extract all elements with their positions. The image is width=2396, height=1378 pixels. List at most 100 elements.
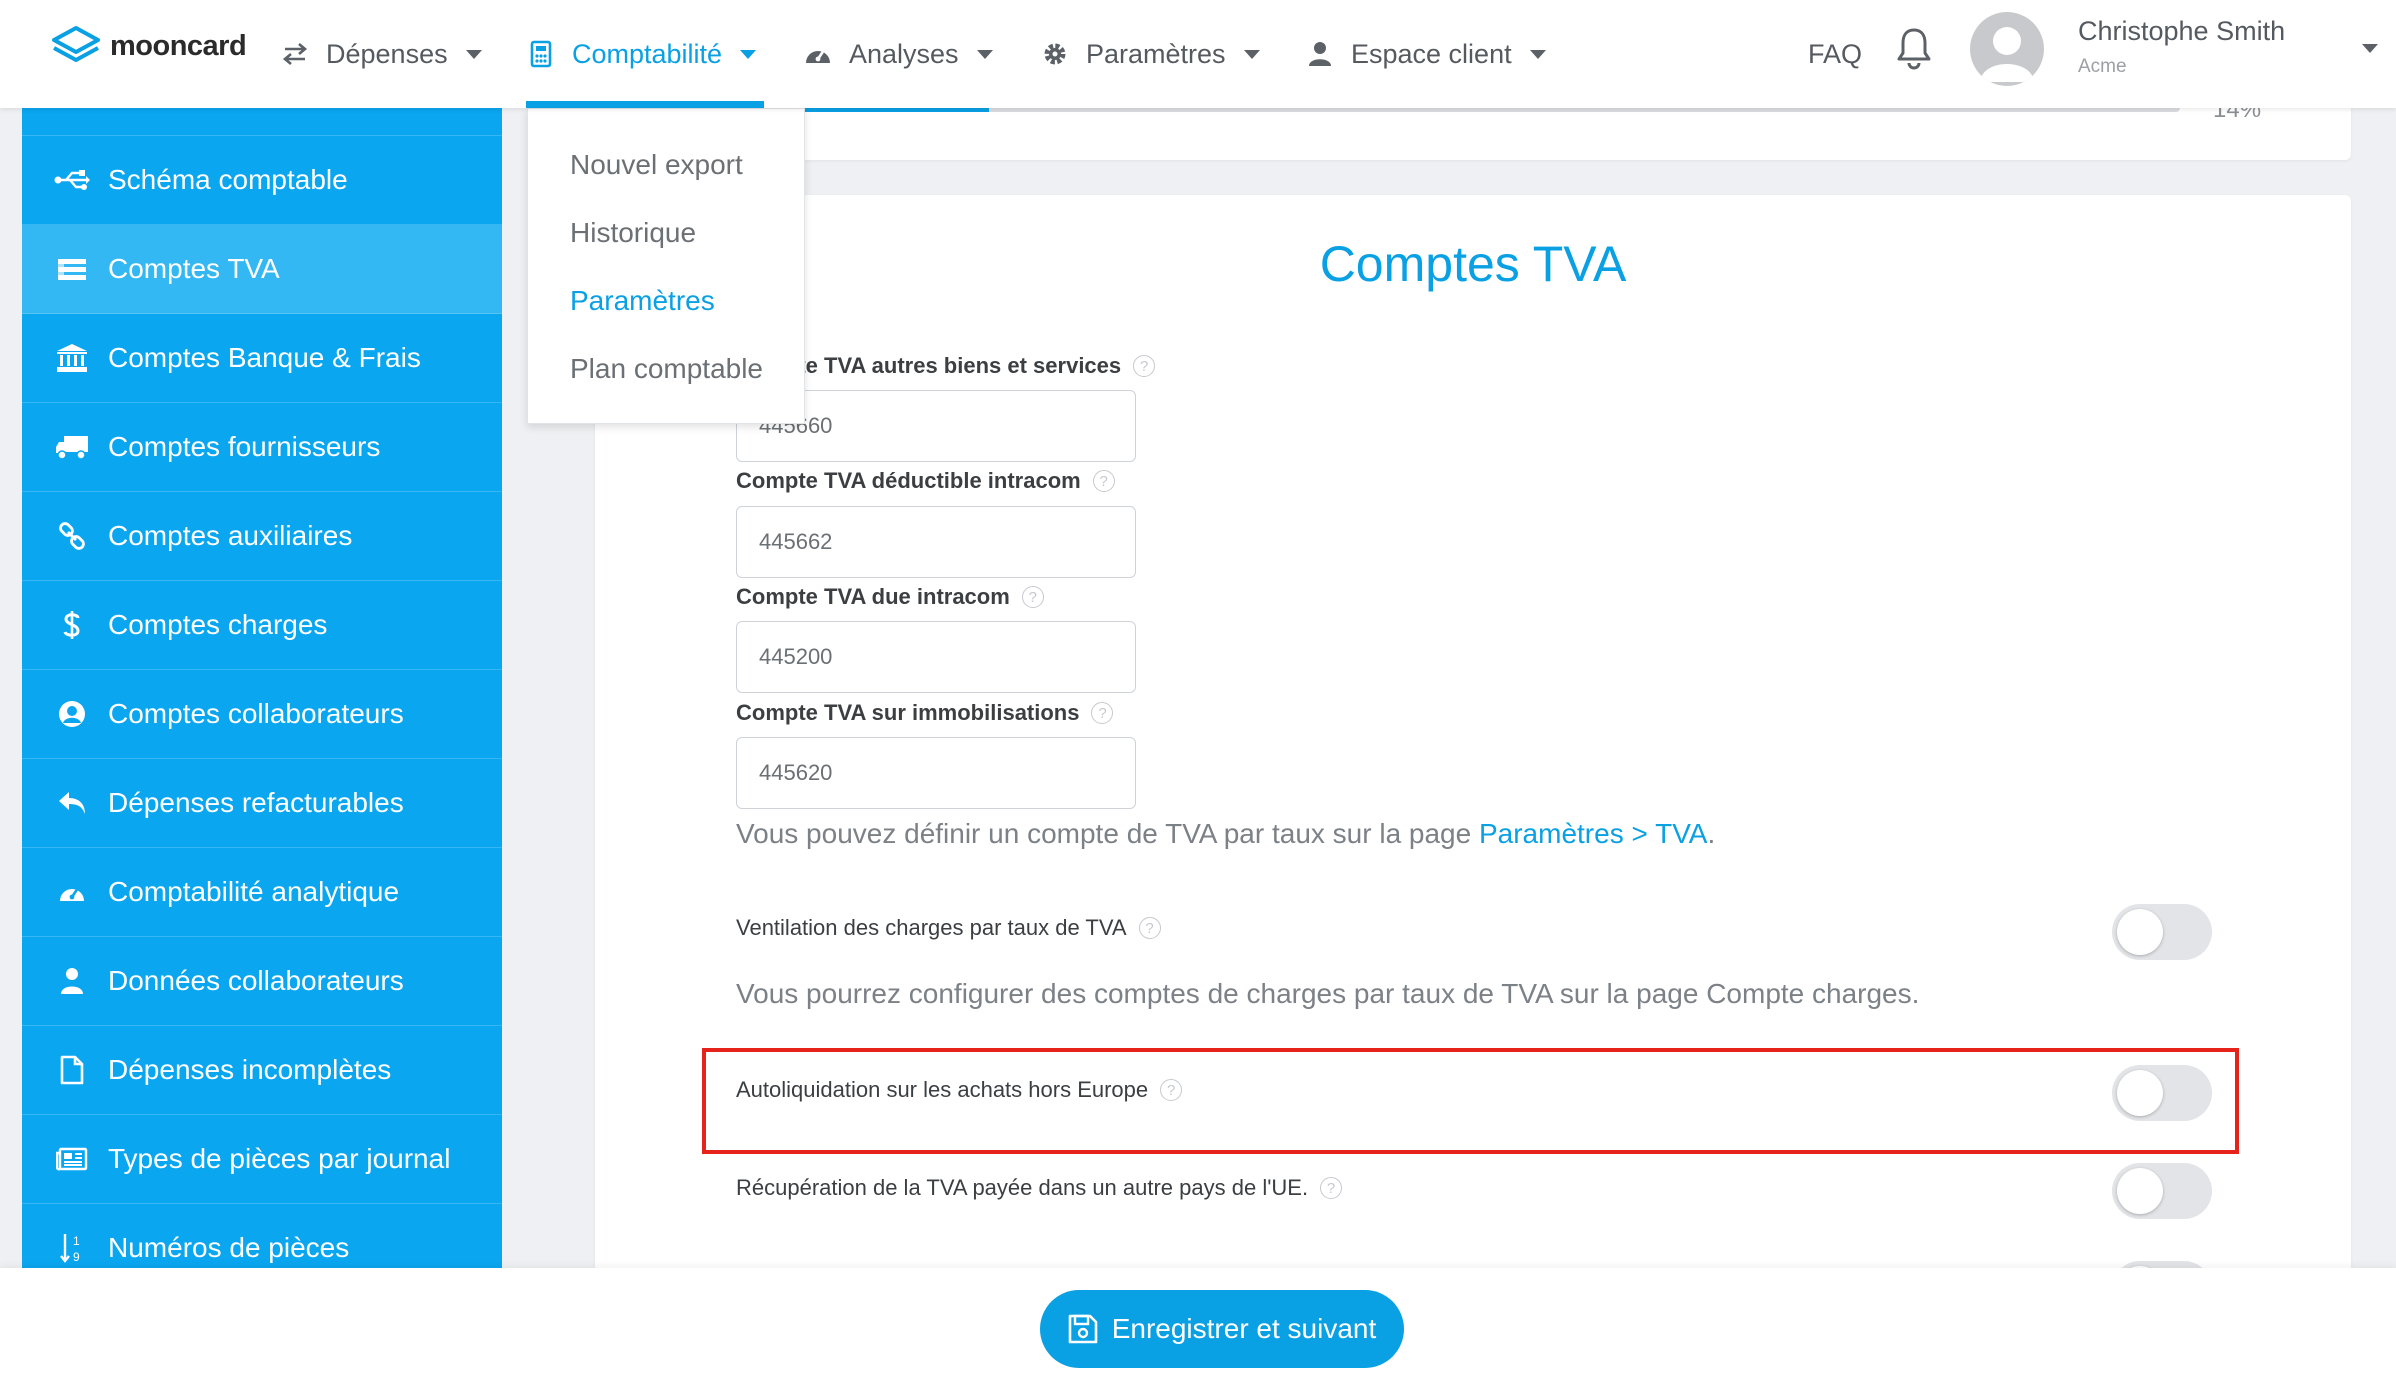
- sidebar-item-label: Types de pièces par journal: [108, 1143, 451, 1174]
- help-icon[interactable]: ?: [1091, 702, 1114, 724]
- save-and-next-button[interactable]: Enregistrer et suivant: [1040, 1290, 1404, 1368]
- user-icon: [1305, 39, 1335, 69]
- toggle-knob: [2117, 1168, 2163, 1214]
- sidebar-item-comptes-banque[interactable]: Comptes Banque & Frais: [22, 314, 502, 403]
- chevron-down-icon: [1529, 49, 1546, 59]
- active-nav-underline: [526, 101, 764, 108]
- chevron-down-icon[interactable]: [2362, 44, 2378, 53]
- user-company: Acme: [2078, 56, 2127, 77]
- help-icon[interactable]: ?: [1092, 470, 1115, 492]
- nav-analyses[interactable]: Analyses: [803, 0, 993, 108]
- sidebar-item-schema-comptable[interactable]: Schéma comptable: [22, 136, 502, 225]
- bell-icon[interactable]: [1896, 26, 1932, 75]
- newspaper-icon: [54, 1141, 90, 1177]
- sidebar-item-label: Schéma comptable: [108, 164, 348, 195]
- nav-depenses-label: Dépenses: [326, 38, 448, 69]
- toggle-label-recuperation-tva: Récupération de la TVA payée dans un aut…: [736, 1175, 1343, 1201]
- sidebar-item-label: Comptes TVA: [108, 253, 280, 284]
- field-label-text: Compte TVA déductible intracom: [736, 468, 1081, 493]
- sidebar-top-strip: [22, 108, 502, 136]
- tva-deductible-intracom-input[interactable]: [736, 506, 1136, 578]
- truck-icon: [54, 429, 90, 465]
- toggle-label-text: Autoliquidation sur les achats hors Euro…: [736, 1077, 1149, 1102]
- sort-numeric-icon: 19: [54, 1230, 90, 1266]
- sidebar-item-depenses-incompletes[interactable]: Dépenses incomplètes: [22, 1026, 502, 1115]
- sidebar-item-comptes-collaborateurs[interactable]: Comptes collaborateurs: [22, 670, 502, 759]
- toggle-label-autoliquidation: Autoliquidation sur les achats hors Euro…: [736, 1077, 1183, 1103]
- chevron-down-icon: [465, 49, 482, 59]
- top-navbar: mooncard Dépenses Comptabilité Analyses …: [0, 0, 2396, 108]
- tva-info-text: Vous pouvez définir un compte de TVA par…: [736, 818, 1715, 850]
- tva-due-intracom-input[interactable]: [736, 621, 1136, 693]
- nav-espace-client[interactable]: Espace client: [1305, 0, 1546, 108]
- toggle-label-text: Ventilation des charges par taux de TVA: [736, 915, 1127, 940]
- reply-icon: [54, 785, 90, 821]
- nav-depenses[interactable]: Dépenses: [280, 0, 482, 108]
- field-label-text: Compte TVA due intracom: [736, 584, 1010, 609]
- help-icon[interactable]: ?: [1021, 586, 1044, 608]
- faq-link[interactable]: FAQ: [1808, 0, 1862, 108]
- ventilation-toggle[interactable]: [2112, 904, 2212, 960]
- sidebar-item-label: Comptes Banque & Frais: [108, 342, 421, 373]
- sidebar-item-label: Comptabilité analytique: [108, 876, 400, 907]
- toggle-knob: [2117, 909, 2163, 955]
- toggle-label-text: Récupération de la TVA payée dans un aut…: [736, 1175, 1309, 1200]
- calculator-icon: [526, 39, 556, 69]
- menu-item-parametres[interactable]: Paramètres: [528, 267, 804, 335]
- sidebar: Schéma comptable Comptes TVA Comptes Ban…: [22, 108, 502, 1268]
- dashboard-icon: [54, 874, 90, 910]
- nav-comptabilite[interactable]: Comptabilité: [526, 0, 757, 108]
- sidebar-item-label: Comptes fournisseurs: [108, 431, 381, 462]
- toggle-label-ventilation: Ventilation des charges par taux de TVA …: [736, 915, 1161, 941]
- tva-info-suffix: .: [1707, 818, 1716, 849]
- sidebar-item-comptes-fournisseurs[interactable]: Comptes fournisseurs: [22, 403, 502, 492]
- nav-parametres[interactable]: Paramètres: [1040, 0, 1260, 108]
- help-icon[interactable]: ?: [1133, 355, 1156, 377]
- menu-item-nouvel-export[interactable]: Nouvel export: [528, 131, 804, 199]
- menu-item-plan-comptable[interactable]: Plan comptable: [528, 335, 804, 403]
- sidebar-item-comptabilite-analytique[interactable]: Comptabilité analytique: [22, 848, 502, 937]
- tva-info-prefix: Vous pouvez définir un compte de TVA par…: [736, 818, 1479, 849]
- comptes-tva-card: Comptes TVA Compte TVA autres biens et s…: [595, 195, 2351, 1317]
- brand-name: mooncard: [110, 29, 247, 62]
- mooncard-logo[interactable]: mooncard: [50, 24, 247, 68]
- help-icon[interactable]: ?: [1138, 917, 1161, 939]
- sidebar-item-label: Dépenses refacturables: [108, 787, 404, 818]
- field-label-tva-immobilisations: Compte TVA sur immobilisations ?: [736, 700, 1114, 726]
- field-label-text: Compte TVA sur immobilisations: [736, 700, 1080, 725]
- sidebar-item-numeros-pieces[interactable]: 19 Numéros de pièces: [22, 1204, 502, 1268]
- bottom-action-bar: Enregistrer et suivant: [0, 1268, 2396, 1378]
- user-circle-icon: [54, 696, 90, 732]
- menu-item-historique[interactable]: Historique: [528, 199, 804, 267]
- comptabilite-dropdown-menu: Nouvel export Historique Paramètres Plan…: [527, 108, 805, 424]
- page-title: Comptes TVA: [1319, 236, 1627, 292]
- chevron-down-icon: [1243, 49, 1260, 59]
- link-icon: [54, 518, 90, 554]
- sidebar-item-label: Comptes collaborateurs: [108, 698, 404, 729]
- sidebar-item-comptes-tva[interactable]: Comptes TVA: [22, 225, 502, 314]
- nav-parametres-label: Paramètres: [1086, 38, 1226, 69]
- field-label-tva-due-intracom: Compte TVA due intracom ?: [736, 584, 1044, 610]
- sidebar-item-depenses-refacturables[interactable]: Dépenses refacturables: [22, 759, 502, 848]
- avatar[interactable]: [1970, 12, 2044, 86]
- parametres-tva-link[interactable]: Paramètres > TVA: [1479, 818, 1708, 849]
- help-icon[interactable]: ?: [1320, 1177, 1343, 1199]
- tva-immobilisations-input[interactable]: [736, 737, 1136, 809]
- sidebar-item-types-pieces[interactable]: Types de pièces par journal: [22, 1115, 502, 1204]
- sidebar-item-comptes-auxiliaires[interactable]: Comptes auxiliaires: [22, 492, 502, 581]
- field-label-tva-deductible-intracom: Compte TVA déductible intracom ?: [736, 468, 1115, 494]
- save-and-next-label: Enregistrer et suivant: [1111, 1313, 1377, 1344]
- nav-espace-client-label: Espace client: [1351, 38, 1512, 69]
- sidebar-item-comptes-charges[interactable]: Comptes charges: [22, 581, 502, 670]
- autoliquidation-toggle[interactable]: [2112, 1065, 2212, 1121]
- bank-icon: [54, 340, 90, 376]
- dashboard-gauge-icon: [803, 39, 833, 69]
- dollar-icon: [54, 607, 90, 643]
- sidebar-item-donnees-collaborateurs[interactable]: Données collaborateurs: [22, 937, 502, 1026]
- sidebar-item-label: Numéros de pièces: [108, 1232, 350, 1263]
- help-icon[interactable]: ?: [1160, 1079, 1183, 1101]
- user-name[interactable]: Christophe Smith: [2078, 16, 2285, 47]
- user-icon: [54, 963, 90, 999]
- nav-comptabilite-label: Comptabilité: [572, 38, 723, 69]
- recuperation-tva-toggle[interactable]: [2112, 1163, 2212, 1219]
